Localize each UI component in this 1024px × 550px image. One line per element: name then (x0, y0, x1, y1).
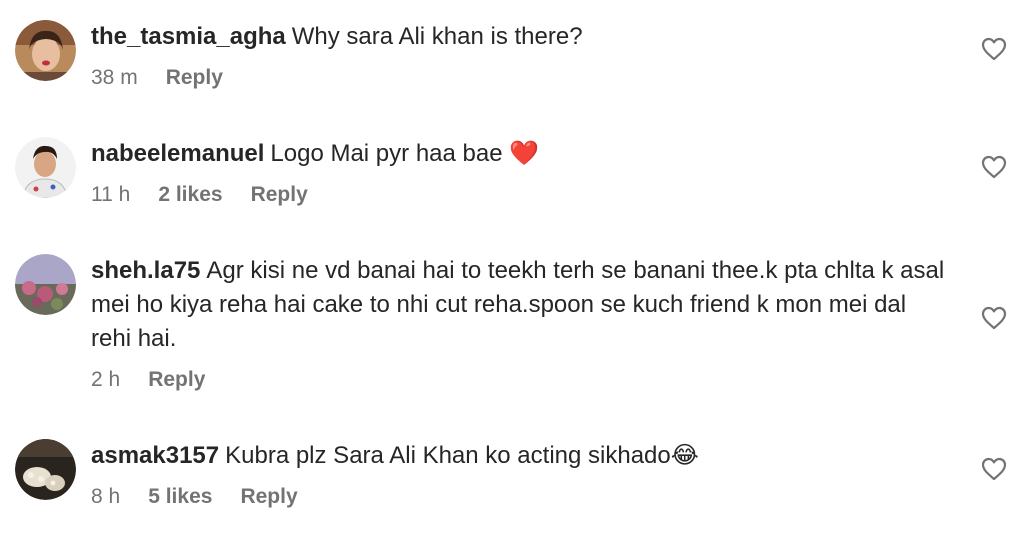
like-button[interactable] (981, 457, 1007, 481)
comment-time: 2 h (91, 368, 121, 391)
heart-outline-icon (981, 306, 1007, 330)
heart-outline-icon (981, 457, 1007, 481)
reply-button[interactable]: Reply (251, 181, 308, 209)
comment-time: 11 h (91, 183, 131, 206)
likes-count[interactable]: 5 likes (148, 483, 212, 511)
comment-text: nabeelemanuel Logo Mai pyr haa bae ❤️ (91, 137, 951, 171)
heart-outline-icon (981, 155, 1007, 179)
reply-button[interactable]: Reply (166, 64, 223, 92)
comment-body: Agr kisi ne vd banai hai to teekh terh s… (91, 257, 945, 352)
comment-username[interactable]: nabeelemanuel (91, 140, 264, 167)
like-button[interactable] (981, 306, 1007, 330)
comment-meta: 11 h 2 likes Reply (91, 181, 951, 209)
comment-username[interactable]: the_tasmia_agha (91, 23, 286, 50)
comment-meta: 2 h Reply (91, 366, 951, 394)
like-button[interactable] (981, 155, 1007, 179)
avatar[interactable] (15, 20, 76, 81)
comment-meta: 8 h 5 likes Reply (91, 483, 951, 511)
heart-outline-icon (981, 37, 1007, 61)
comment-body: Why sara Ali khan is there? (291, 23, 583, 50)
like-button[interactable] (981, 37, 1007, 61)
comment-text: sheh.la75 Agr kisi ne vd banai hai to tee… (91, 254, 951, 356)
comment-time: 38 m (91, 66, 138, 89)
avatar[interactable] (15, 439, 76, 500)
comment-username[interactable]: sheh.la75 (91, 257, 200, 284)
comment-body: Logo Mai pyr haa bae ❤️ (270, 140, 540, 167)
avatar[interactable] (15, 254, 76, 315)
avatar[interactable] (15, 137, 76, 198)
comment-body: Kubra plz Sara Ali Khan ko acting sikhad… (225, 442, 699, 469)
comment-meta: 38 m Reply (91, 64, 951, 92)
reply-button[interactable]: Reply (148, 366, 205, 394)
comment-text: asmak3157 Kubra plz Sara Ali Khan ko acti… (91, 439, 951, 473)
reply-button[interactable]: Reply (240, 483, 297, 511)
comment-username[interactable]: asmak3157 (91, 442, 219, 469)
likes-count[interactable]: 2 likes (158, 181, 222, 209)
comment-text: the_tasmia_agha Why sara Ali khan is ther… (91, 20, 951, 54)
comment-time: 8 h (91, 485, 121, 508)
